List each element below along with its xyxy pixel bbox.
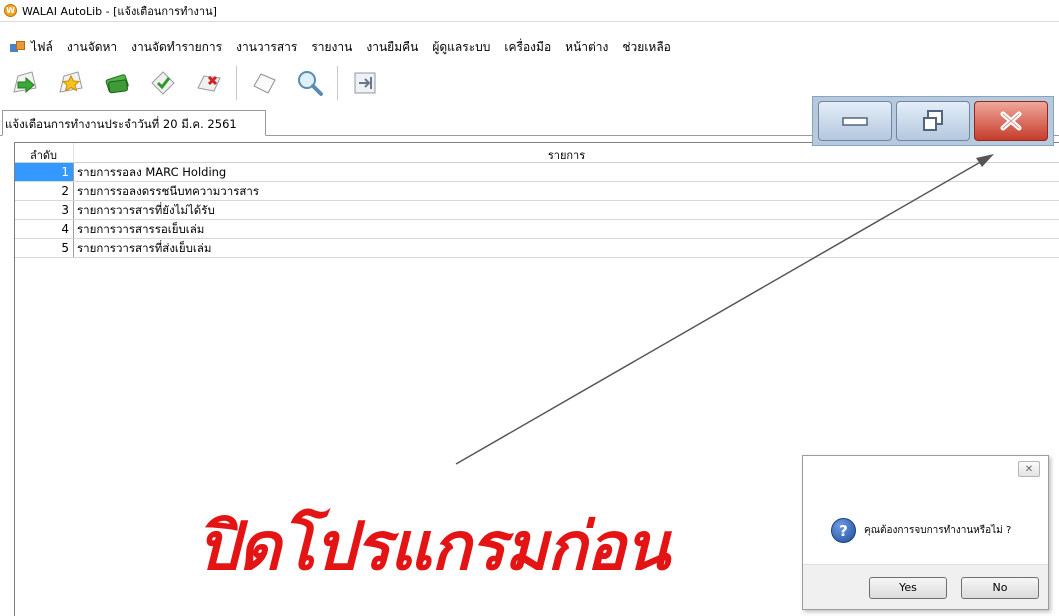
menu-circulation[interactable]: งานยืมคืน — [366, 38, 418, 57]
column-header-order[interactable]: ลำดับ — [15, 143, 74, 162]
minimize-icon — [842, 117, 868, 126]
restore-icon — [923, 110, 943, 131]
app-logo-icon: W — [4, 4, 17, 17]
menu-help[interactable]: ช่วยเหลือ — [622, 38, 671, 57]
table-row[interactable]: 4 รายการวารสารรอเย็บเล่ม — [15, 220, 1059, 239]
window-title: WALAI AutoLib - [แจ้งเตือนการทำงาน] — [22, 4, 217, 18]
menu-reports[interactable]: รายงาน — [311, 38, 352, 57]
dialog-footer: Yes No — [803, 564, 1048, 609]
menu-admin[interactable]: ผู้ดูแลระบบ — [432, 38, 490, 57]
dialog-close-button[interactable]: ✕ — [1018, 461, 1040, 477]
title-bar: W WALAI AutoLib - [แจ้งเตือนการทำงาน] — [0, 0, 1059, 22]
search-icon[interactable] — [291, 64, 329, 102]
menu-bar: ไฟล์ งานจัดหา งานจัดทำรายการ งานวารสาร ร… — [0, 36, 1059, 58]
table-row[interactable]: 1 รายการรอลง MARC Holding — [15, 163, 1059, 182]
close-icon — [1000, 111, 1022, 131]
toolbar-separator — [236, 66, 237, 100]
row-number: 2 — [15, 182, 74, 200]
menu-serials[interactable]: งานวารสาร — [236, 38, 297, 57]
no-button[interactable]: No — [961, 577, 1039, 599]
window-controls-callout — [812, 96, 1054, 146]
row-item: รายการวารสารที่ส่งเย็บเล่ม — [77, 241, 212, 255]
money-icon[interactable] — [98, 64, 136, 102]
mdi-document-icon[interactable] — [10, 40, 25, 54]
grid-header: ลำดับ รายการ — [15, 143, 1059, 163]
delete-icon[interactable] — [190, 64, 228, 102]
star-icon[interactable] — [52, 64, 90, 102]
annotation-text: ปิดโปรแกรมก่อน — [197, 508, 670, 585]
row-item: รายการวารสารรอเย็บเล่ม — [77, 222, 205, 236]
yes-button[interactable]: Yes — [869, 577, 947, 599]
menu-tools[interactable]: เครื่องมือ — [504, 38, 551, 57]
question-icon: ? — [831, 518, 856, 543]
row-item: รายการรอลงดรรชนีบทความวารสาร — [77, 184, 260, 198]
dialog-body: ? คุณต้องการจบการทำงานหรือไม่ ? — [803, 482, 1048, 565]
menu-window[interactable]: หน้าต่าง — [565, 38, 608, 57]
menu-acquisition[interactable]: งานจัดหา — [67, 38, 117, 57]
row-number: 3 — [15, 201, 74, 219]
restore-button[interactable] — [896, 101, 970, 141]
dialog-titlebar: ✕ — [803, 456, 1048, 482]
row-item: รายการวารสารที่ยังไม่ได้รับ — [77, 203, 215, 217]
row-number: 4 — [15, 220, 74, 238]
toolbar — [6, 62, 392, 104]
minimize-button[interactable] — [818, 101, 892, 141]
forward-arrow-icon[interactable] — [6, 64, 44, 102]
table-row[interactable]: 2 รายการรอลงดรรชนีบทความวารสาร — [15, 182, 1059, 201]
close-button[interactable] — [974, 101, 1048, 141]
dialog-message: คุณต้องการจบการทำงานหรือไม่ ? — [864, 525, 1012, 536]
tab-daily-notification[interactable]: แจ้งเตือนการทำงานประจำวันที่ 20 มี.ค. 25… — [2, 110, 266, 136]
row-number: 1 — [15, 163, 74, 181]
approve-icon[interactable] — [144, 64, 182, 102]
exit-confirm-dialog: ✕ ? คุณต้องการจบการทำงานหรือไม่ ? Yes No — [802, 455, 1049, 610]
exit-icon[interactable] — [346, 64, 384, 102]
menu-cataloging[interactable]: งานจัดทำรายการ — [131, 38, 222, 57]
row-item: รายการรอลง MARC Holding — [77, 165, 227, 179]
toolbar-separator — [337, 66, 338, 100]
table-row[interactable]: 3 รายการวารสารที่ยังไม่ได้รับ — [15, 201, 1059, 220]
blank-page-icon[interactable] — [245, 64, 283, 102]
row-number: 5 — [15, 239, 74, 257]
menu-file[interactable]: ไฟล์ — [31, 38, 53, 57]
table-row[interactable]: 5 รายการวารสารที่ส่งเย็บเล่ม — [15, 239, 1059, 258]
